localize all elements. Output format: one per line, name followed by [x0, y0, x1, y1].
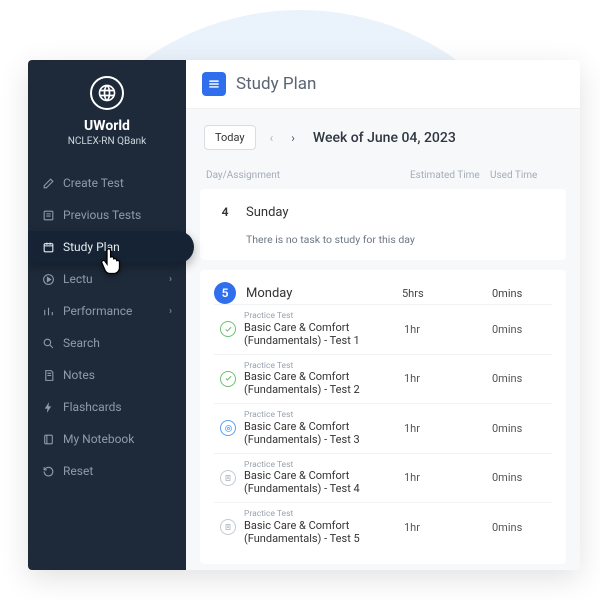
sidebar-nav: Create Test Previous Tests Study Plan Le…: [28, 167, 186, 487]
nav-flashcards[interactable]: Flashcards: [28, 391, 186, 423]
today-button[interactable]: Today: [204, 125, 256, 150]
reset-icon: [42, 465, 55, 478]
nav-my-notebook[interactable]: My Notebook: [28, 423, 186, 455]
task-estimated: 1hr: [404, 323, 484, 336]
task-estimated: 1hr: [404, 422, 484, 435]
task-row[interactable]: Practice Test Basic Care & Comfort (Fund…: [214, 403, 552, 453]
task-estimated: 1hr: [404, 471, 484, 484]
task-used: 0mins: [492, 521, 552, 534]
nav-create-test[interactable]: Create Test: [28, 167, 186, 199]
day-name: Sunday: [246, 205, 552, 220]
column-headers: Day/Assignment Estimated Time Used Time: [186, 160, 580, 189]
app-window: UWorld NCLEX-RN QBank Create Test Previo…: [28, 60, 580, 570]
notebook-icon: [42, 433, 55, 446]
nav-study-plan[interactable]: Study Plan: [28, 231, 194, 263]
task-used: 0mins: [492, 422, 552, 435]
document-icon: [220, 519, 236, 535]
day-estimated-time: 5hrs: [402, 287, 482, 300]
target-icon: [220, 420, 236, 436]
col-est-header: Estimated Time: [410, 170, 490, 181]
nav-label: Study Plan: [63, 240, 120, 254]
nav-label: Create Test: [63, 176, 124, 190]
task-type: Practice Test: [244, 510, 396, 519]
nav-notes[interactable]: Notes: [28, 359, 186, 391]
nav-label: Notes: [63, 368, 95, 382]
brand-subtitle: NCLEX-RN QBank: [36, 136, 178, 147]
brand-logo-icon: [90, 76, 124, 110]
next-week-button[interactable]: ›: [287, 131, 299, 145]
list-icon: [42, 209, 55, 222]
day-number: 5: [214, 282, 236, 304]
task-type: Practice Test: [244, 411, 396, 420]
chart-icon: [42, 305, 55, 318]
play-icon: [42, 273, 55, 286]
brand-name: UWorld: [36, 118, 178, 134]
task-title: Basic Care & Comfort (Fundamentals) - Te…: [244, 420, 396, 446]
calendar-icon: [42, 241, 55, 254]
col-used-header: Used Time: [490, 170, 560, 181]
nav-label: Previous Tests: [63, 208, 141, 222]
task-row[interactable]: Practice Test Basic Care & Comfort (Fund…: [214, 304, 552, 354]
chevron-right-icon: ›: [169, 274, 172, 285]
note-icon: [42, 369, 55, 382]
task-title: Basic Care & Comfort (Fundamentals) - Te…: [244, 469, 396, 495]
task-row[interactable]: Practice Test Basic Care & Comfort (Fund…: [214, 453, 552, 503]
task-type: Practice Test: [244, 362, 396, 371]
page-title: Study Plan: [236, 74, 316, 94]
day-block-monday: 5 Monday 5hrs 0mins Practice Test Basic …: [200, 270, 566, 564]
task-title: Basic Care & Comfort (Fundamentals) - Te…: [244, 370, 396, 396]
week-label: Week of June 04, 2023: [313, 130, 456, 146]
nav-previous-tests[interactable]: Previous Tests: [28, 199, 186, 231]
days-list: 4 Sunday There is no task to study for t…: [186, 189, 580, 570]
topbar: Study Plan: [186, 60, 580, 109]
task-type: Practice Test: [244, 461, 396, 470]
sidebar: UWorld NCLEX-RN QBank Create Test Previo…: [28, 60, 186, 570]
nav-lectures[interactable]: Lectu ›: [28, 263, 186, 295]
nav-reset[interactable]: Reset: [28, 455, 186, 487]
task-used: 0mins: [492, 323, 552, 336]
day-number: 4: [214, 201, 236, 223]
col-day-header: Day/Assignment: [206, 170, 410, 181]
nav-search[interactable]: Search: [28, 327, 186, 359]
bolt-icon: [42, 401, 55, 414]
no-task-message: There is no task to study for this day: [246, 233, 552, 246]
task-estimated: 1hr: [404, 372, 484, 385]
menu-toggle-button[interactable]: [202, 72, 226, 96]
nav-performance[interactable]: Performance ›: [28, 295, 186, 327]
nav-label: Performance: [63, 304, 132, 318]
task-row[interactable]: Practice Test Basic Care & Comfort (Fund…: [214, 502, 552, 552]
check-icon: [220, 321, 236, 337]
prev-week-button[interactable]: ‹: [266, 131, 278, 145]
search-icon: [42, 337, 55, 350]
day-used-time: 0mins: [492, 287, 552, 300]
task-title: Basic Care & Comfort (Fundamentals) - Te…: [244, 519, 396, 545]
calendar-toolbar: Today ‹ › Week of June 04, 2023: [186, 109, 580, 160]
day-block-sunday: 4 Sunday There is no task to study for t…: [200, 189, 566, 260]
nav-label: Reset: [63, 464, 93, 478]
document-icon: [220, 470, 236, 486]
task-title: Basic Care & Comfort (Fundamentals) - Te…: [244, 321, 396, 347]
brand-block: UWorld NCLEX-RN QBank: [28, 60, 186, 161]
main-panel: Study Plan Today ‹ › Week of June 04, 20…: [186, 60, 580, 570]
nav-label: Search: [63, 336, 100, 350]
task-used: 0mins: [492, 471, 552, 484]
task-used: 0mins: [492, 372, 552, 385]
day-name: Monday: [246, 286, 392, 301]
chevron-right-icon: ›: [169, 306, 172, 317]
nav-label: Lectu: [63, 272, 93, 286]
edit-icon: [42, 177, 55, 190]
task-type: Practice Test: [244, 312, 396, 321]
check-icon: [220, 371, 236, 387]
nav-label: Flashcards: [63, 400, 122, 414]
task-row[interactable]: Practice Test Basic Care & Comfort (Fund…: [214, 354, 552, 404]
task-estimated: 1hr: [404, 521, 484, 534]
nav-label: My Notebook: [63, 432, 134, 446]
